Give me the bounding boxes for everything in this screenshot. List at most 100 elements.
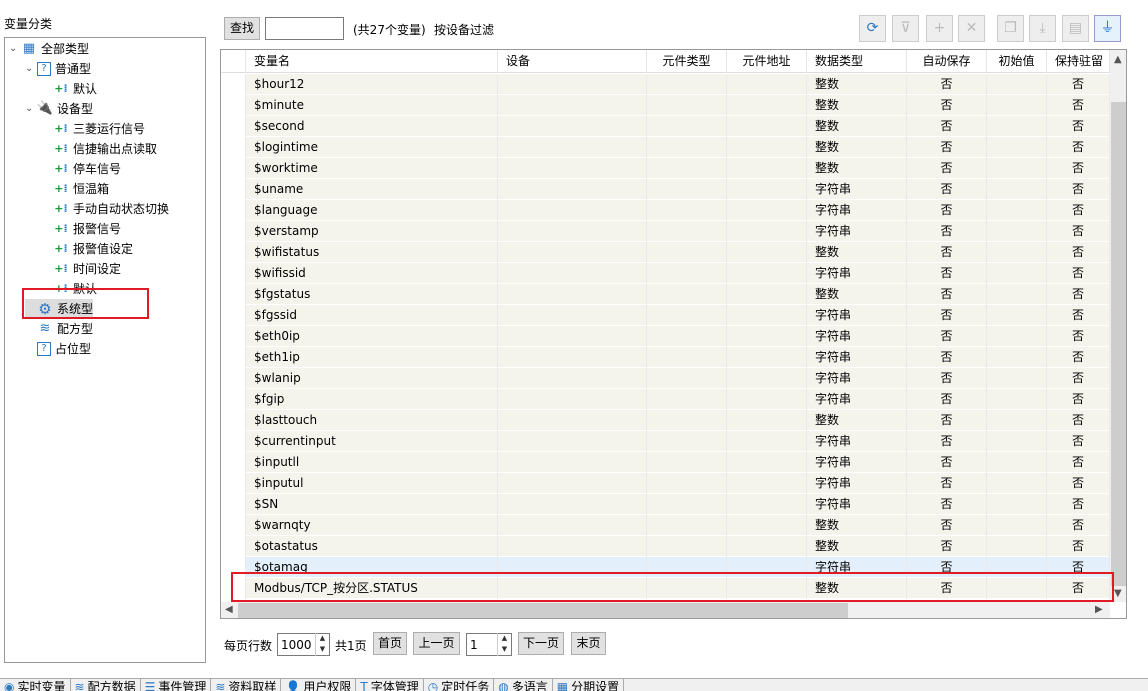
tree-node[interactable]: + ⁞ 恒温箱: [41, 179, 109, 199]
table-cell[interactable]: 否: [1047, 452, 1110, 473]
table-cell[interactable]: [727, 431, 807, 452]
table-cell[interactable]: 否: [1047, 536, 1110, 557]
table-cell[interactable]: [727, 284, 807, 305]
table-cell[interactable]: 字符串: [807, 305, 907, 326]
table-cell[interactable]: [647, 410, 727, 431]
table-row[interactable]: $currentinput 字符串否否: [221, 431, 1110, 452]
table-cell[interactable]: 否: [907, 95, 987, 116]
table-cell[interactable]: 字符串: [807, 431, 907, 452]
table-cell[interactable]: [727, 368, 807, 389]
row-header[interactable]: [221, 158, 246, 179]
table-row[interactable]: $logintime 整数否否: [221, 137, 1110, 158]
table-cell[interactable]: 否: [1047, 410, 1110, 431]
table-cell[interactable]: 否: [1047, 158, 1110, 179]
page-spinner[interactable]: ▲ ▼: [497, 633, 511, 656]
table-cell[interactable]: [727, 389, 807, 410]
table-cell[interactable]: 否: [1047, 431, 1110, 452]
table-cell[interactable]: 否: [907, 263, 987, 284]
table-cell[interactable]: 否: [1047, 116, 1110, 137]
table-cell[interactable]: $fgssid: [246, 305, 498, 326]
table-row[interactable]: $otastatus 整数否否: [221, 536, 1110, 557]
table-cell[interactable]: [647, 74, 727, 95]
table-cell[interactable]: 整数: [807, 116, 907, 137]
chevron-down-icon[interactable]: ⌄: [25, 59, 37, 79]
table-cell[interactable]: $fgstatus: [246, 284, 498, 305]
table-cell[interactable]: [727, 95, 807, 116]
bottom-tab[interactable]: ▦ 分期设置: [553, 679, 625, 691]
table-cell[interactable]: [498, 284, 647, 305]
table-cell[interactable]: [498, 431, 647, 452]
table-cell[interactable]: [498, 452, 647, 473]
delete-icon[interactable]: ✕: [958, 15, 985, 42]
table-cell[interactable]: [987, 116, 1047, 137]
table-cell[interactable]: [647, 515, 727, 536]
table-row[interactable]: $wifistatus 整数否否: [221, 242, 1110, 263]
table-cell[interactable]: [727, 263, 807, 284]
table-cell[interactable]: 否: [1047, 368, 1110, 389]
table-cell[interactable]: 否: [1047, 221, 1110, 242]
table-cell[interactable]: $uname: [246, 179, 498, 200]
table-cell[interactable]: $SN: [246, 494, 498, 515]
table-cell[interactable]: 否: [907, 305, 987, 326]
table-cell[interactable]: [498, 179, 647, 200]
table-cell[interactable]: 否: [907, 179, 987, 200]
table-cell[interactable]: [498, 536, 647, 557]
table-cell[interactable]: 否: [907, 347, 987, 368]
table-cell[interactable]: [987, 347, 1047, 368]
table-cell[interactable]: 否: [1047, 263, 1110, 284]
table-cell[interactable]: [498, 305, 647, 326]
row-header[interactable]: [221, 200, 246, 221]
table-cell[interactable]: [498, 494, 647, 515]
row-header[interactable]: [221, 284, 246, 305]
table-cell[interactable]: [727, 410, 807, 431]
prev-page-button[interactable]: 上一页: [413, 632, 460, 655]
tree-node[interactable]: ⌄ 🔌 设备型: [25, 99, 93, 119]
table-cell[interactable]: [727, 242, 807, 263]
table-cell[interactable]: [987, 179, 1047, 200]
table-cell[interactable]: 字符串: [807, 494, 907, 515]
table-cell[interactable]: 整数: [807, 95, 907, 116]
table-cell[interactable]: [727, 74, 807, 95]
table-cell[interactable]: 否: [907, 368, 987, 389]
row-header[interactable]: [221, 389, 246, 410]
table-row[interactable]: $uname 字符串否否: [221, 179, 1110, 200]
table-cell[interactable]: [987, 431, 1047, 452]
table-cell[interactable]: 否: [907, 389, 987, 410]
table-cell[interactable]: [647, 263, 727, 284]
table-cell[interactable]: [647, 452, 727, 473]
bottom-tab[interactable]: ◉ 实时变量: [0, 679, 71, 691]
plug-icon[interactable]: ⏚: [1094, 15, 1121, 42]
table-cell[interactable]: [498, 200, 647, 221]
table-cell[interactable]: [647, 305, 727, 326]
table-cell[interactable]: [498, 95, 647, 116]
table-cell[interactable]: [647, 473, 727, 494]
table-cell[interactable]: [727, 515, 807, 536]
import-icon[interactable]: ⤓: [1029, 15, 1056, 42]
table-cell[interactable]: [727, 473, 807, 494]
table-cell[interactable]: [498, 473, 647, 494]
table-cell[interactable]: 否: [907, 137, 987, 158]
row-header[interactable]: [221, 410, 246, 431]
vertical-scrollbar[interactable]: ▲ ▼: [1110, 50, 1126, 602]
table-cell[interactable]: 整数: [807, 137, 907, 158]
table-row[interactable]: $fgssid 字符串否否: [221, 305, 1110, 326]
table-cell[interactable]: [727, 452, 807, 473]
table-cell[interactable]: $minute: [246, 95, 498, 116]
row-header[interactable]: [221, 431, 246, 452]
table-cell[interactable]: $fgip: [246, 389, 498, 410]
last-page-button[interactable]: 末页: [571, 632, 606, 655]
table-cell[interactable]: [647, 221, 727, 242]
table-cell[interactable]: [647, 536, 727, 557]
column-header[interactable]: 自动保存: [907, 50, 987, 73]
table-cell[interactable]: $logintime: [246, 137, 498, 158]
table-cell[interactable]: [987, 389, 1047, 410]
table-cell[interactable]: 否: [1047, 515, 1110, 536]
table-cell[interactable]: [498, 221, 647, 242]
table-cell[interactable]: 否: [907, 410, 987, 431]
row-header[interactable]: [221, 368, 246, 389]
bottom-tab[interactable]: T 字体管理: [356, 679, 424, 691]
table-cell[interactable]: [987, 305, 1047, 326]
table-cell[interactable]: 否: [907, 515, 987, 536]
chevron-down-icon[interactable]: ⌄: [25, 99, 37, 119]
table-cell[interactable]: 否: [907, 221, 987, 242]
